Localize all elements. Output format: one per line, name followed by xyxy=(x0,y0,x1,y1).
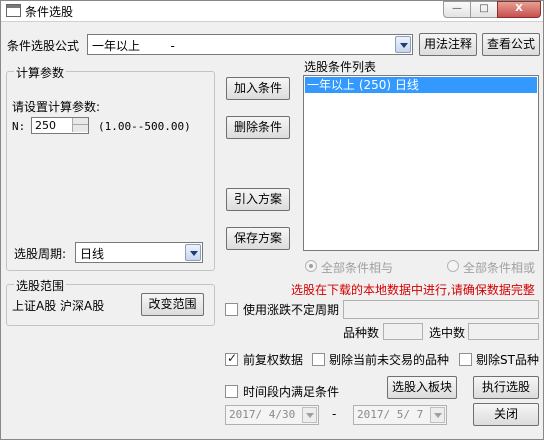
condition-list[interactable]: 一年以上 (250) 日线 xyxy=(303,75,539,251)
period-value: 日线 xyxy=(80,247,105,261)
selected-count-label: 选中数 xyxy=(429,326,466,340)
execute-selection-button[interactable]: 执行选股 xyxy=(473,376,539,399)
variety-count-field xyxy=(383,323,423,340)
chevron-down-icon[interactable] xyxy=(430,407,445,423)
view-formula-button[interactable]: 查看公式 xyxy=(482,33,540,56)
stepper-arrows-icon[interactable] xyxy=(72,118,88,133)
save-scheme-button[interactable]: 保存方案 xyxy=(226,227,290,250)
minimize-button[interactable]: — xyxy=(443,1,471,18)
adjusted-data-label: 前复权数据 xyxy=(243,353,304,367)
n-range: (1.00--500.00) xyxy=(98,120,191,133)
end-date-value: 2017/ 5/ 7 xyxy=(357,408,424,421)
chevron-down-icon[interactable] xyxy=(302,407,317,423)
scope-group-title: 选股范围 xyxy=(14,277,67,294)
scope-value: 上证A股 沪深A股 xyxy=(12,299,105,313)
close-window-button[interactable]: X xyxy=(497,1,541,18)
variety-count-label: 品种数 xyxy=(343,326,380,340)
window-title: 条件选股 xyxy=(25,5,74,19)
exclude-untraded-label: 剔除当前未交易的品种 xyxy=(329,353,450,367)
list-item[interactable]: 一年以上 (250) 日线 xyxy=(305,77,537,93)
time-range-checkbox[interactable] xyxy=(225,385,238,398)
use-change-period-checkbox[interactable] xyxy=(225,303,238,316)
formula-label: 条件选股公式 xyxy=(7,39,80,53)
change-period-field[interactable] xyxy=(343,300,539,319)
and-radio[interactable] xyxy=(305,260,317,272)
window-icon xyxy=(6,4,21,17)
n-stepper[interactable]: 250 xyxy=(31,117,89,134)
exclude-untraded-checkbox[interactable] xyxy=(312,353,325,366)
formula-dropdown[interactable]: 一年以上 - xyxy=(87,34,413,55)
n-value: 250 xyxy=(35,119,56,132)
import-scheme-button[interactable]: 引入方案 xyxy=(226,188,290,211)
add-to-block-button[interactable]: 选股入板块 xyxy=(387,376,457,399)
condition-stock-selection-window: 条件选股 — □ X 条件选股公式 一年以上 - 用法注释 查看公式 计算参数 … xyxy=(0,0,544,440)
or-radio[interactable] xyxy=(447,260,459,272)
selected-count-field xyxy=(468,323,539,340)
delete-condition-button[interactable]: 删除条件 xyxy=(226,116,290,139)
or-radio-label: 全部条件相或 xyxy=(463,261,536,275)
end-date-picker[interactable]: 2017/ 5/ 7 xyxy=(353,405,447,425)
period-dropdown[interactable]: 日线 xyxy=(75,242,203,263)
close-button[interactable]: 关闭 xyxy=(473,403,539,426)
usage-notes-button[interactable]: 用法注释 xyxy=(419,33,477,56)
condition-list-title: 选股条件列表 xyxy=(304,60,377,74)
status-message: 选股在下载的本地数据中进行,请确保数据完整 xyxy=(291,283,535,297)
exclude-st-label: 剔除ST品种 xyxy=(476,353,539,367)
start-date-picker[interactable]: 2017/ 4/30 xyxy=(225,405,319,425)
use-change-period-label: 使用涨跌不定周期 xyxy=(243,303,340,317)
n-label: N: xyxy=(12,120,26,133)
period-label: 选股周期: xyxy=(14,247,67,261)
add-condition-button[interactable]: 加入条件 xyxy=(226,77,290,100)
date-separator: - xyxy=(332,407,337,421)
start-date-value: 2017/ 4/30 xyxy=(229,408,296,421)
params-prompt: 请设置计算参数: xyxy=(12,100,101,114)
formula-value: 一年以上 - xyxy=(92,39,175,53)
chevron-down-icon[interactable] xyxy=(185,244,201,261)
and-radio-label: 全部条件相与 xyxy=(321,261,394,275)
params-group-title: 计算参数 xyxy=(14,64,67,81)
maximize-button[interactable]: □ xyxy=(470,1,498,18)
adjusted-data-checkbox[interactable] xyxy=(225,351,238,366)
change-scope-button[interactable]: 改变范围 xyxy=(141,293,204,316)
time-range-label: 时间段内满足条件 xyxy=(243,385,340,399)
exclude-st-checkbox[interactable] xyxy=(459,353,472,366)
title-bar[interactable]: 条件选股 — □ X xyxy=(1,1,543,22)
chevron-down-icon[interactable] xyxy=(395,36,411,53)
